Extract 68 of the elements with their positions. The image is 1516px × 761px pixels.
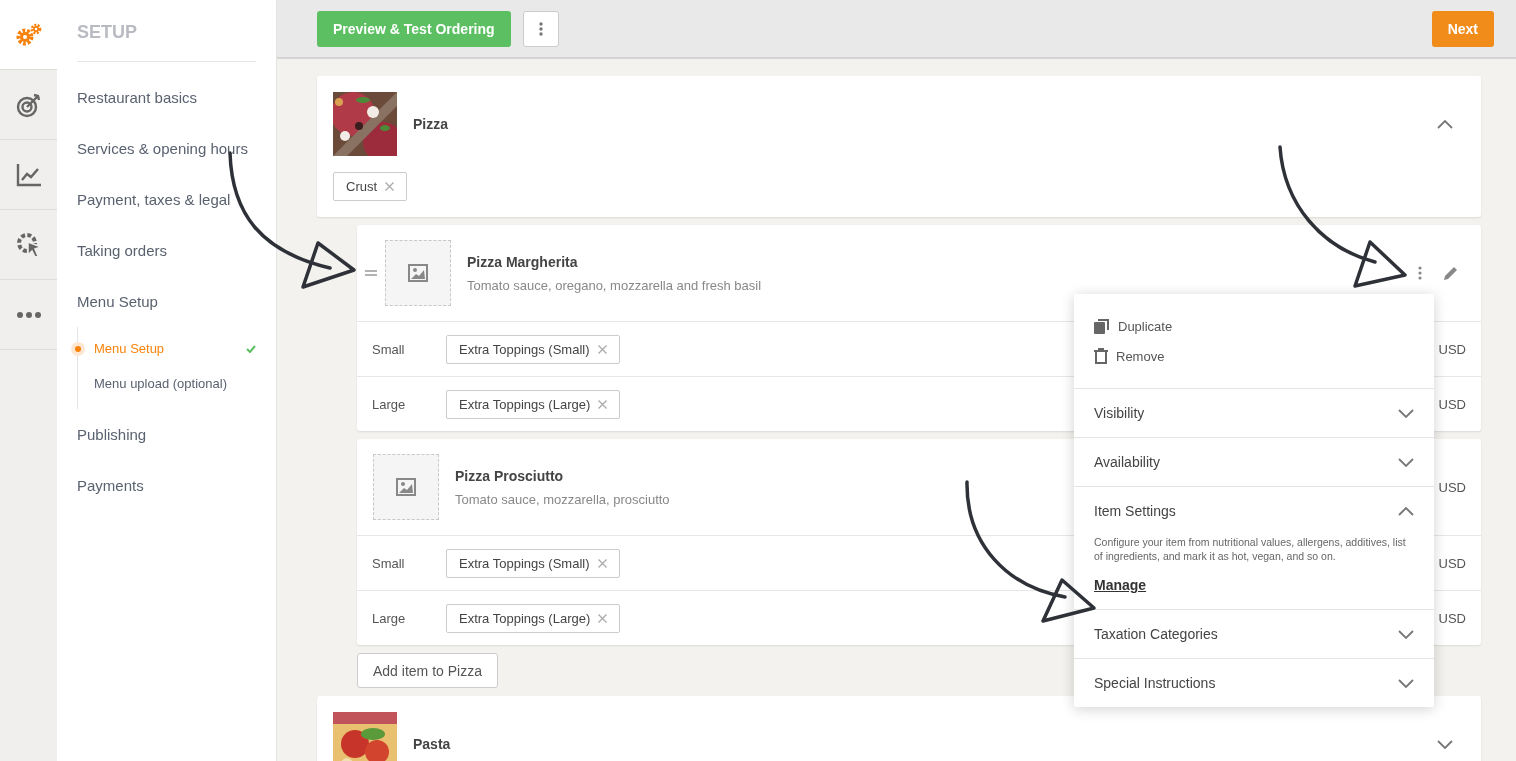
expand-icon[interactable] xyxy=(1398,678,1414,688)
item-description: Tomato sauce, mozzarella, prosciutto xyxy=(455,491,670,507)
menu-section-header[interactable]: Special Instructions xyxy=(1074,659,1434,708)
collapse-icon[interactable] xyxy=(1398,506,1414,516)
close-icon[interactable] xyxy=(598,613,608,623)
variant-price: USD xyxy=(1438,396,1466,412)
manage-link[interactable]: Manage xyxy=(1094,577,1147,594)
more-icon xyxy=(16,311,41,318)
tag-chip[interactable]: Extra Toppings (Small) xyxy=(446,548,620,578)
sidebar-item[interactable]: Restaurant basics xyxy=(77,72,256,123)
chart-icon xyxy=(15,162,42,187)
variant-price: USD xyxy=(1438,610,1466,626)
active-dot xyxy=(75,345,81,352)
image-icon xyxy=(396,478,416,496)
tag-chip[interactable]: Extra Toppings (Small) xyxy=(446,334,620,364)
tag-chip[interactable]: Extra Toppings (Large) xyxy=(446,389,621,419)
tag-chip[interactable]: Crust xyxy=(333,172,408,201)
item-price: USD xyxy=(1438,479,1466,495)
image-placeholder[interactable] xyxy=(385,240,451,306)
menu-section-header[interactable]: Taxation Categories xyxy=(1074,610,1434,659)
menu-section-header[interactable]: Item Settings xyxy=(1074,487,1434,535)
gear-cursor-icon xyxy=(15,231,42,258)
size-label: Small xyxy=(372,341,406,357)
drag-handle-icon[interactable] xyxy=(365,270,377,276)
item-name: Pizza Prosciutto xyxy=(455,467,565,484)
collapse-icon[interactable] xyxy=(1437,119,1453,129)
target-icon xyxy=(15,91,42,118)
close-icon[interactable] xyxy=(598,399,608,409)
trash-icon xyxy=(1094,348,1108,364)
add-item-button[interactable]: Add item to Pizza xyxy=(357,653,498,688)
variant-price: USD xyxy=(1438,555,1466,571)
sidebar-item[interactable]: Payments xyxy=(77,460,256,511)
more-button[interactable] xyxy=(522,10,559,47)
kebab-icon xyxy=(538,21,543,36)
sidebar-item[interactable]: Publishing xyxy=(77,409,256,460)
menu-section-header[interactable]: Availability xyxy=(1074,438,1434,486)
expand-icon[interactable] xyxy=(1437,739,1453,749)
menu-section-header[interactable]: Visibility xyxy=(1074,389,1434,437)
size-label: Large xyxy=(372,396,407,412)
item-description: Tomato sauce, oregano, mozzarella and fresh basil xyxy=(467,277,762,293)
sidebar-item[interactable]: Taking orders xyxy=(77,225,256,276)
section-description: Configure your item from nutritional values, allergens, additives, list of ingredients, and mark it as hot, vegan, and so on. xyxy=(1093,535,1407,564)
menu-action[interactable]: Duplicate xyxy=(1094,318,1414,334)
size-label: Large xyxy=(372,610,407,626)
sidebar-title: SETUP xyxy=(77,0,256,62)
gears-icon xyxy=(15,22,42,47)
category-name: Pizza xyxy=(413,116,448,132)
sidebar-item[interactable]: Payment, taxes & legal xyxy=(77,174,256,225)
image-icon xyxy=(408,264,428,282)
size-label: Small xyxy=(372,555,406,571)
item-name: Pizza Margherita xyxy=(467,253,579,270)
close-icon[interactable] xyxy=(597,558,607,568)
pencil-icon[interactable] xyxy=(1444,266,1458,280)
expand-icon[interactable] xyxy=(1398,629,1414,639)
copy-icon xyxy=(1094,318,1110,334)
menu-action[interactable]: Remove xyxy=(1094,348,1414,364)
variant-price: USD xyxy=(1438,341,1466,357)
tag-chip[interactable]: Extra Toppings (Large) xyxy=(446,603,621,633)
close-icon[interactable] xyxy=(385,182,395,191)
sidebar-subitem[interactable]: Menu upload (optional) xyxy=(78,366,256,401)
kebab-icon[interactable] xyxy=(1418,266,1422,280)
close-icon[interactable] xyxy=(597,344,607,354)
sidebar-item[interactable]: Services & opening hours xyxy=(77,123,256,174)
category-name: Pasta xyxy=(413,736,451,752)
image-placeholder[interactable] xyxy=(373,454,439,520)
expand-icon[interactable] xyxy=(1398,457,1414,467)
sidebar-item[interactable]: Menu Setup xyxy=(77,276,256,327)
expand-icon[interactable] xyxy=(1398,408,1414,418)
